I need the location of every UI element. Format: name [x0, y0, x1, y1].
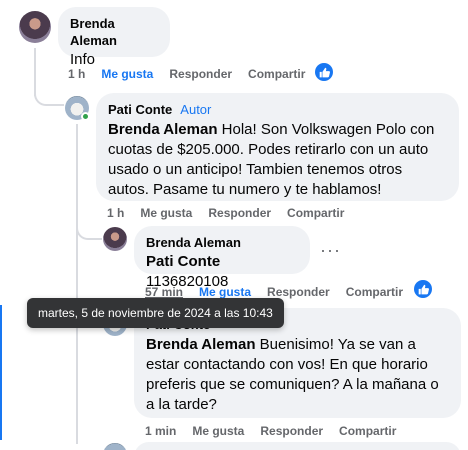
comment-time[interactable]: 1 h — [68, 66, 85, 82]
timestamp-tooltip: martes, 5 de noviembre de 2024 a las 10:… — [27, 298, 284, 328]
thread-connector-pati — [34, 80, 64, 106]
like-button[interactable]: Me gusta — [140, 205, 192, 221]
share-button[interactable]: Compartir — [248, 66, 305, 82]
comment-time[interactable]: 1 min — [145, 423, 176, 439]
thread-line-pati — [76, 124, 78, 444]
thread-connector-brenda-reply — [76, 222, 102, 240]
more-options-icon[interactable]: ··· — [320, 241, 341, 259]
focus-indicator — [0, 305, 2, 440]
comment-author[interactable]: Pati Conte — [108, 102, 172, 117]
mention-link[interactable]: Brenda Aleman — [146, 336, 255, 353]
avatar[interactable] — [103, 443, 127, 450]
like-icon[interactable] — [315, 63, 333, 81]
share-button[interactable]: Compartir — [346, 284, 403, 300]
avatar[interactable] — [19, 11, 51, 43]
comment-author-line: Pati Conte Autor — [108, 101, 447, 118]
comment-bubble: Pati Conte Autor Brenda Aleman Hola! Son … — [96, 93, 459, 201]
comment-author[interactable]: Brenda Aleman — [70, 15, 158, 49]
comment-actions: 1 h Me gusta Responder Compartir — [107, 205, 344, 221]
like-button[interactable]: Me gusta — [101, 66, 153, 82]
avatar[interactable] — [103, 227, 127, 251]
comment-bubble — [134, 442, 461, 450]
comment-actions: 1 h Me gusta Responder Compartir — [68, 66, 305, 82]
reply-button[interactable]: Responder — [260, 423, 323, 439]
comment-bubble: Brenda Aleman Pati Conte 1136820108 — [134, 226, 310, 290]
comment-time[interactable]: 1 h — [107, 205, 124, 221]
comment-actions: 1 min Me gusta Responder Compartir — [145, 423, 396, 439]
reply-button[interactable]: Responder — [169, 66, 232, 82]
comment-text-block: Brenda Aleman Hola! Son Volkswagen Polo … — [108, 120, 447, 200]
comment-text-block: Brenda Aleman Buenisimo! Ya se van a est… — [146, 335, 449, 415]
comment-bubble: Brenda Aleman Info — [58, 7, 170, 68]
mention-link[interactable]: Brenda Aleman — [108, 121, 217, 138]
like-icon[interactable] — [414, 280, 432, 298]
author-badge: Autor — [180, 102, 212, 117]
share-button[interactable]: Compartir — [287, 205, 344, 221]
share-button[interactable]: Compartir — [339, 423, 396, 439]
online-indicator — [81, 112, 90, 121]
comment-author[interactable]: Brenda Aleman — [146, 234, 298, 251]
like-button[interactable]: Me gusta — [192, 423, 244, 439]
reply-button[interactable]: Responder — [208, 205, 271, 221]
mention-link[interactable]: Pati Conte — [146, 253, 220, 270]
